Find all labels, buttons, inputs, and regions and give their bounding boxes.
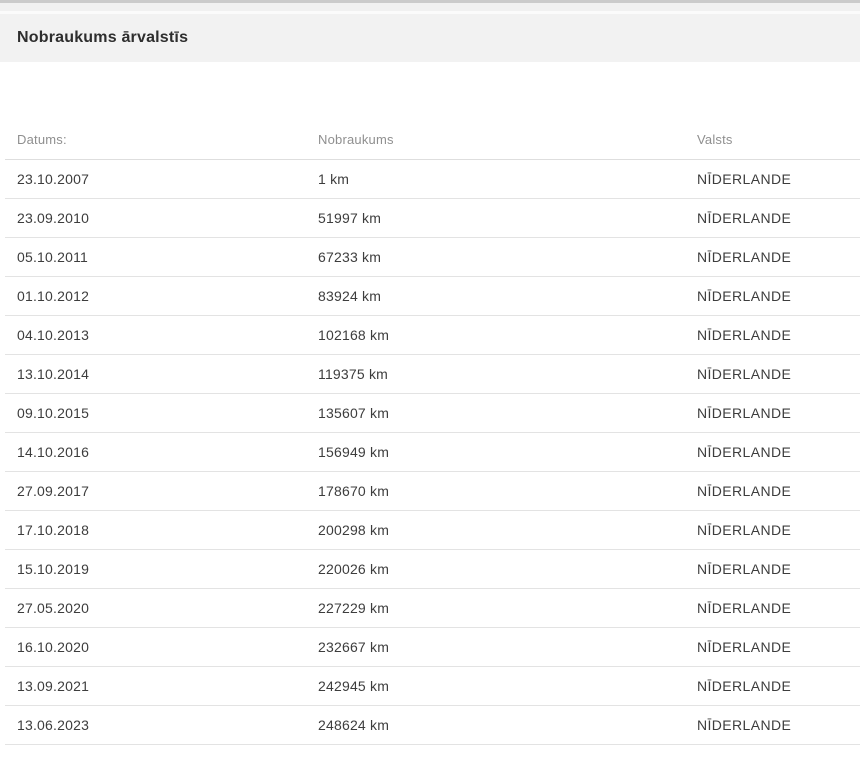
date-cell: 13.09.2021 [17,678,318,694]
date-cell: 27.09.2017 [17,483,318,499]
table-row: 13.09.2021 242945 km NĪDERLANDE [5,667,860,706]
table-row: 17.10.2018 200298 km NĪDERLANDE [5,511,860,550]
panel-header: Nobraukums ārvalstīs [0,14,860,62]
table-row: 16.10.2020 232667 km NĪDERLANDE [5,628,860,667]
page-title: Nobraukums ārvalstīs [17,29,188,47]
country-cell: NĪDERLANDE [697,522,860,538]
table-row: 23.10.2007 1 km NĪDERLANDE [5,160,860,199]
date-cell: 15.10.2019 [17,561,318,577]
table-row: 13.06.2023 248624 km NĪDERLANDE [5,706,860,745]
date-cell: 17.10.2018 [17,522,318,538]
country-cell: NĪDERLANDE [697,210,860,226]
mileage-cell: 102168 km [318,327,697,343]
country-cell: NĪDERLANDE [697,171,860,187]
mileage-cell: 156949 km [318,444,697,460]
table-row: 23.09.2010 51997 km NĪDERLANDE [5,199,860,238]
mileage-cell: 83924 km [318,288,697,304]
date-cell: 05.10.2011 [17,249,318,265]
country-cell: NĪDERLANDE [697,327,860,343]
mileage-cell: 119375 km [318,366,697,382]
mileage-cell: 220026 km [318,561,697,577]
table-row: 14.10.2016 156949 km NĪDERLANDE [5,433,860,472]
mileage-cell: 200298 km [318,522,697,538]
table-header-row: Datums: Nobraukums Valsts [5,62,860,160]
table-row: 27.05.2020 227229 km NĪDERLANDE [5,589,860,628]
table-row: 05.10.2011 67233 km NĪDERLANDE [5,238,860,277]
column-header-date: Datums: [17,132,318,147]
date-cell: 13.10.2014 [17,366,318,382]
date-cell: 09.10.2015 [17,405,318,421]
mileage-cell: 178670 km [318,483,697,499]
country-cell: NĪDERLANDE [697,600,860,616]
table-row: 27.09.2017 178670 km NĪDERLANDE [5,472,860,511]
date-cell: 23.10.2007 [17,171,318,187]
country-cell: NĪDERLANDE [697,366,860,382]
country-cell: NĪDERLANDE [697,483,860,499]
date-cell: 04.10.2013 [17,327,318,343]
date-cell: 16.10.2020 [17,639,318,655]
table-body: 23.10.2007 1 km NĪDERLANDE 23.09.2010 51… [0,160,860,745]
mileage-cell: 51997 km [318,210,697,226]
country-cell: NĪDERLANDE [697,249,860,265]
mileage-cell: 1 km [318,171,697,187]
table-row: 13.10.2014 119375 km NĪDERLANDE [5,355,860,394]
mileage-abroad-table: Datums: Nobraukums Valsts 23.10.2007 1 k… [0,62,860,745]
table-row: 15.10.2019 220026 km NĪDERLANDE [5,550,860,589]
date-cell: 27.05.2020 [17,600,318,616]
country-cell: NĪDERLANDE [697,561,860,577]
country-cell: NĪDERLANDE [697,717,860,733]
date-cell: 14.10.2016 [17,444,318,460]
mileage-cell: 248624 km [318,717,697,733]
mileage-cell: 227229 km [318,600,697,616]
country-cell: NĪDERLANDE [697,678,860,694]
table-row: 09.10.2015 135607 km NĪDERLANDE [5,394,860,433]
mileage-cell: 67233 km [318,249,697,265]
table-row: 01.10.2012 83924 km NĪDERLANDE [5,277,860,316]
page: Nobraukums ārvalstīs Datums: Nobraukums … [0,0,860,783]
mileage-cell: 135607 km [318,405,697,421]
column-header-mileage: Nobraukums [318,132,697,147]
top-spacer-strip [0,3,860,11]
date-cell: 13.06.2023 [17,717,318,733]
country-cell: NĪDERLANDE [697,444,860,460]
mileage-cell: 232667 km [318,639,697,655]
country-cell: NĪDERLANDE [697,405,860,421]
mileage-cell: 242945 km [318,678,697,694]
table-row: 04.10.2013 102168 km NĪDERLANDE [5,316,860,355]
column-header-country: Valsts [697,132,860,147]
country-cell: NĪDERLANDE [697,639,860,655]
date-cell: 23.09.2010 [17,210,318,226]
date-cell: 01.10.2012 [17,288,318,304]
country-cell: NĪDERLANDE [697,288,860,304]
